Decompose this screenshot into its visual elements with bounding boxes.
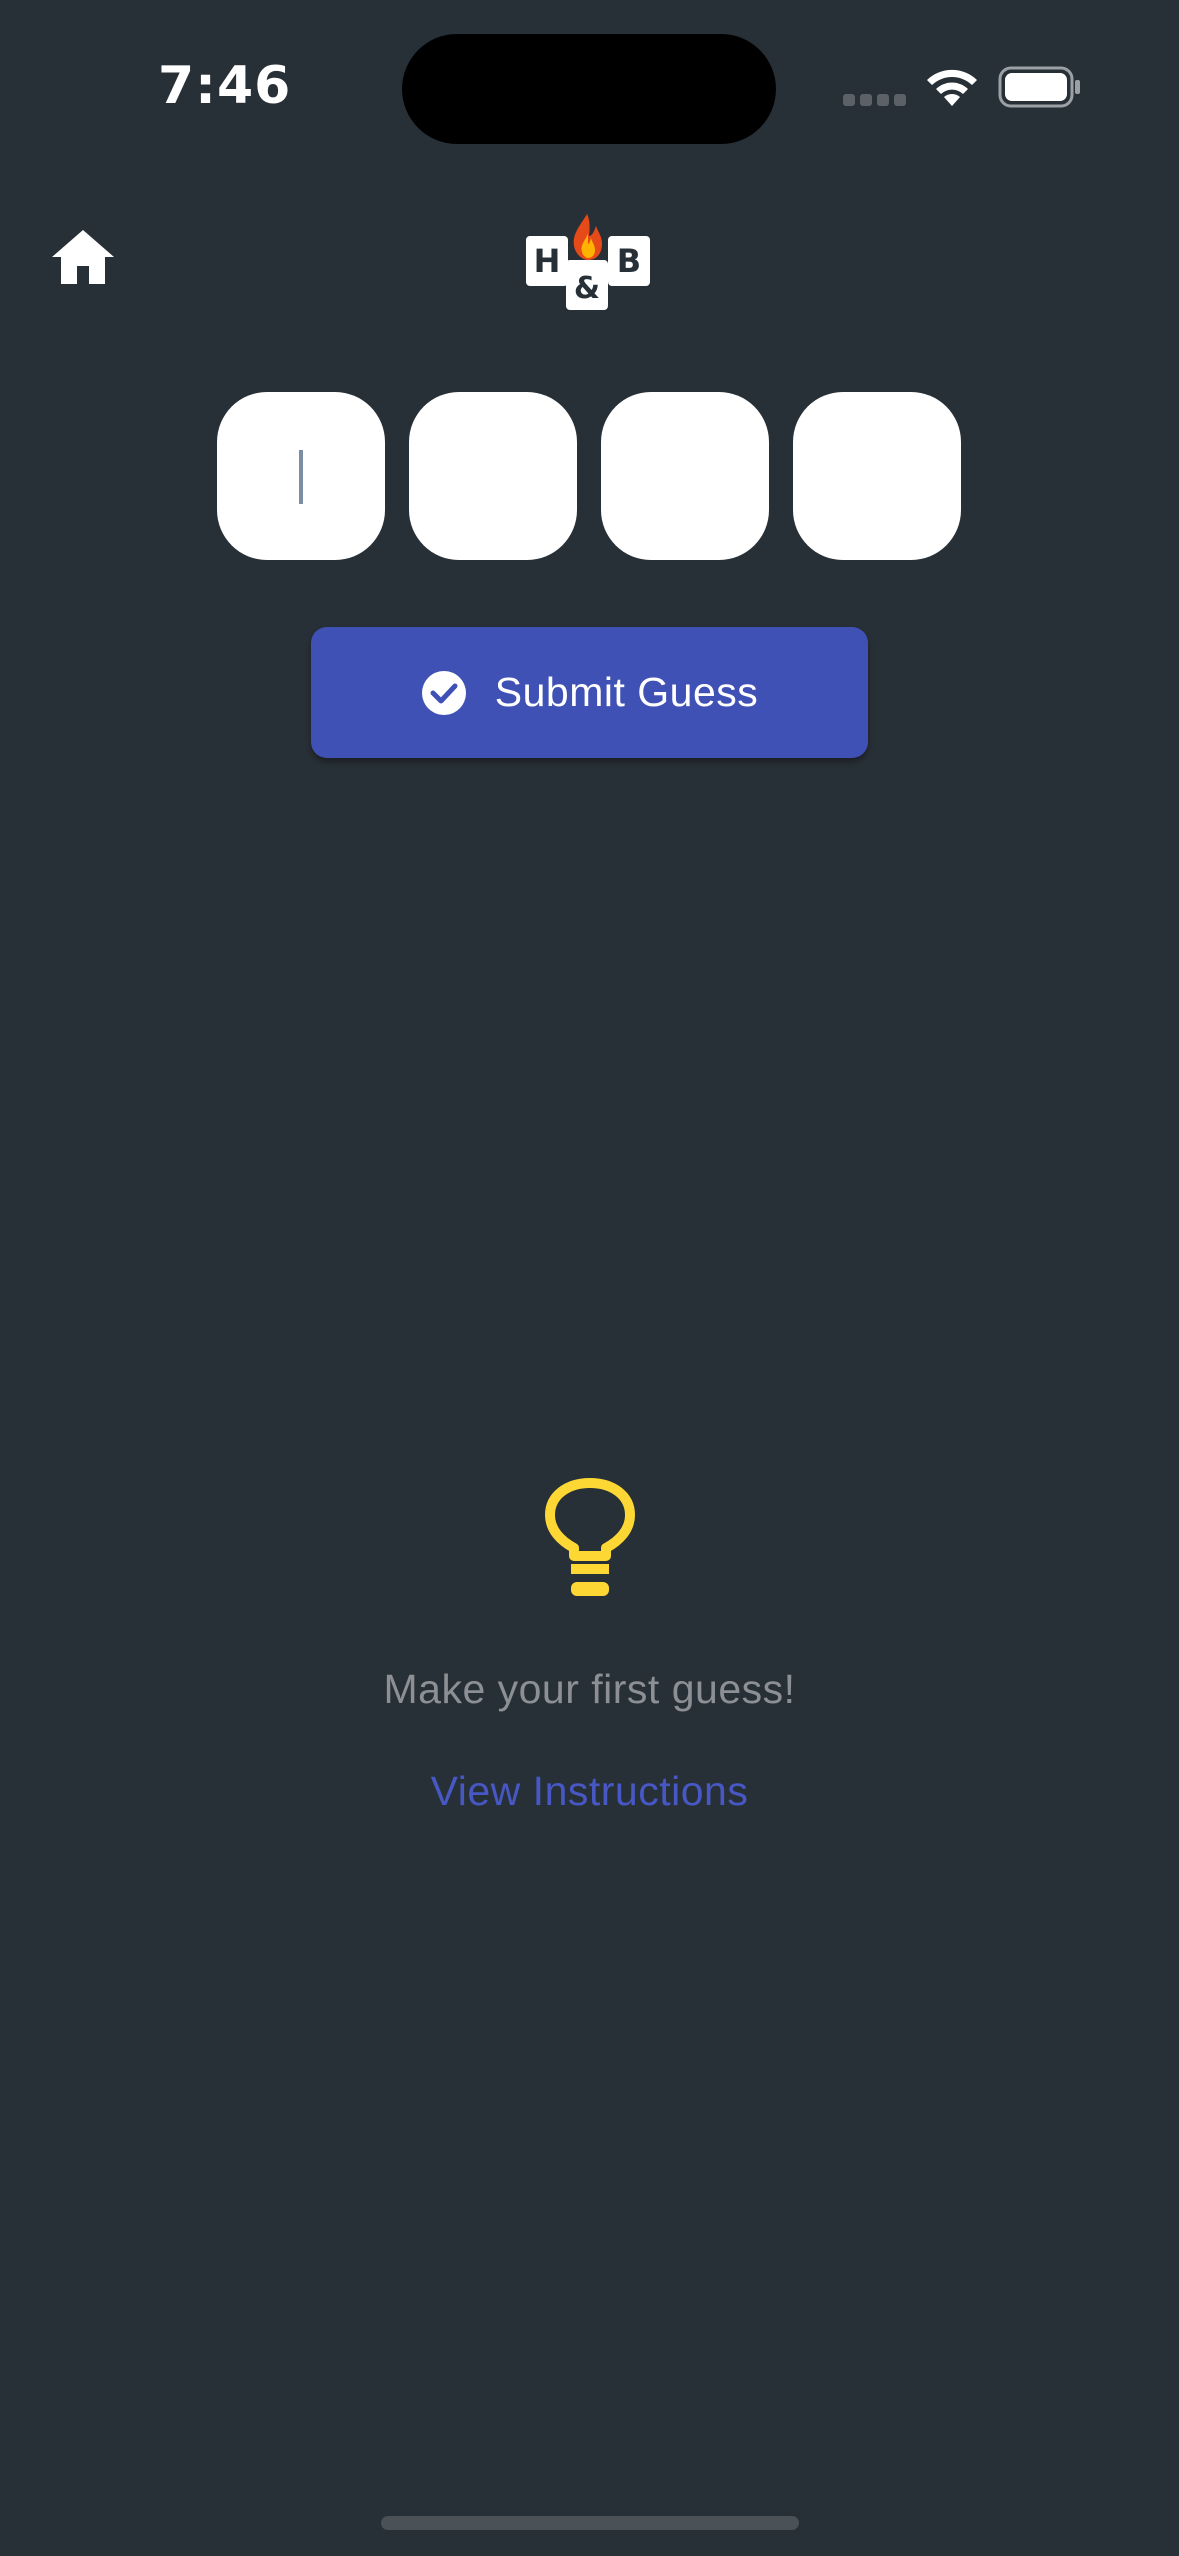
logo-letter-b: B bbox=[617, 242, 641, 280]
submit-guess-label: Submit Guess bbox=[494, 669, 759, 715]
fire-icon bbox=[573, 214, 602, 260]
check-circle-icon bbox=[421, 670, 466, 715]
home-button[interactable] bbox=[50, 226, 116, 288]
dynamic-island bbox=[402, 34, 776, 144]
status-time: 7:46 bbox=[158, 56, 292, 116]
view-instructions-link-row: View Instructions bbox=[0, 1768, 1179, 1815]
digit-input-1[interactable] bbox=[217, 392, 385, 560]
wifi-icon bbox=[927, 69, 977, 106]
home-indicator[interactable] bbox=[381, 2516, 799, 2530]
empty-state-message: Make your first guess! bbox=[383, 1666, 796, 1712]
guess-digit-inputs bbox=[217, 392, 962, 560]
home-icon bbox=[52, 230, 114, 284]
digit-input-2[interactable] bbox=[409, 392, 577, 560]
logo-ampersand: & bbox=[574, 271, 600, 306]
view-instructions-link[interactable]: View Instructions bbox=[431, 1768, 749, 1814]
game-screen: 7:46 H B & Submit Guess Make your first … bbox=[0, 0, 1179, 2556]
logo-letter-h: H bbox=[534, 242, 561, 280]
lightbulb-icon bbox=[545, 1478, 635, 1596]
digit-input-4[interactable] bbox=[793, 392, 961, 560]
battery-icon bbox=[998, 66, 1080, 108]
cellular-signal-icon bbox=[843, 92, 907, 108]
text-cursor bbox=[299, 450, 303, 504]
digit-input-3[interactable] bbox=[601, 392, 769, 560]
submit-guess-button[interactable]: Submit Guess bbox=[311, 627, 868, 758]
app-logo: H B & bbox=[526, 214, 650, 310]
